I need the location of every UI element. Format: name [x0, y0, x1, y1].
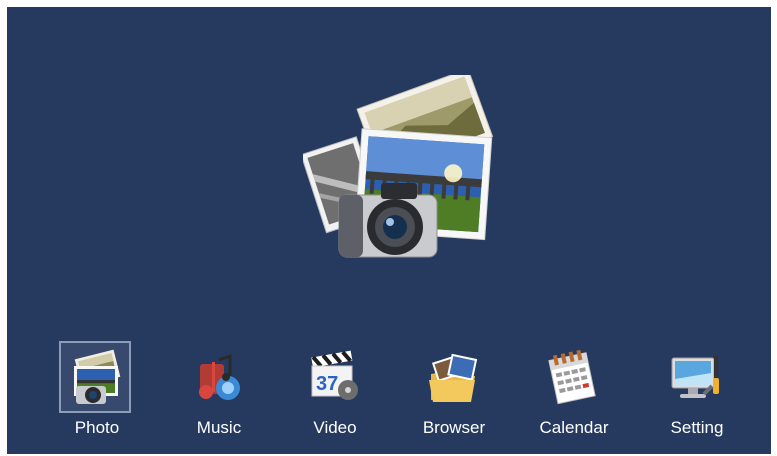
menu-item-music[interactable]: Music — [159, 339, 279, 444]
music-icon — [181, 341, 253, 413]
main-menu-screen: Photo Music 37 Video Browser Calendar Se… — [7, 7, 771, 454]
photo-camera-icon — [303, 75, 497, 265]
browser-icon — [416, 341, 488, 413]
menu-item-setting-label: Setting — [670, 418, 724, 437]
menu-item-setting[interactable]: Setting — [637, 339, 757, 444]
menu-item-browser-label: Browser — [422, 418, 486, 437]
menu-item-browser[interactable]: Browser — [394, 339, 514, 444]
menu-item-video[interactable]: 37 Video — [275, 339, 395, 444]
video-icon: 37 — [297, 341, 369, 413]
menu-item-photo-label: Photo — [74, 418, 120, 437]
menu-item-calendar-label: Calendar — [539, 418, 609, 437]
calendar-icon — [536, 341, 608, 413]
video-icon-number: 37 — [316, 373, 338, 395]
photo-icon — [59, 341, 131, 413]
menu-item-video-label: Video — [313, 418, 357, 437]
setting-icon — [659, 341, 731, 413]
menu-item-music-label: Music — [196, 418, 242, 437]
menu-item-photo[interactable]: Photo — [37, 339, 157, 444]
menu-item-calendar[interactable]: Calendar — [514, 339, 634, 444]
app-dock: Photo Music 37 Video Browser Calendar Se… — [7, 339, 771, 449]
